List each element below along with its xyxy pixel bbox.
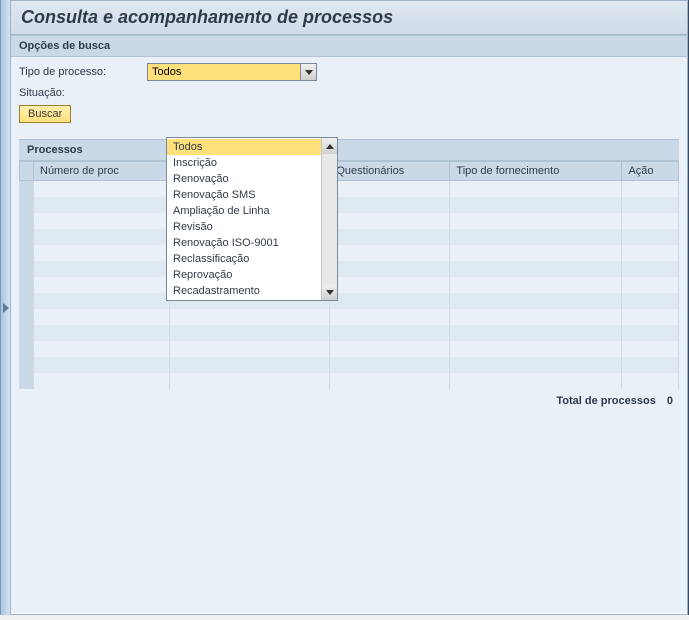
table-row: [20, 197, 679, 213]
dropdown-item-recadastramento[interactable]: Recadastramento: [167, 283, 321, 299]
process-type-label: Tipo de processo:: [19, 66, 147, 78]
chevron-up-icon: [326, 144, 334, 149]
dropdown-item-renovacao-iso9001[interactable]: Renovação ISO-9001: [167, 235, 321, 251]
results-section-header: Processos: [19, 139, 679, 161]
search-form: Tipo de processo: Todos Situação: Buscar: [11, 57, 687, 129]
process-type-dropdown-button[interactable]: [300, 64, 316, 80]
results-table: Número de proc Questionários Tipo de for…: [19, 161, 679, 389]
results-section: Processos Número de proc Questionários T…: [11, 139, 687, 413]
results-table-header-row: Número de proc Questionários Tipo de for…: [20, 162, 679, 181]
left-pane-collapse-handle[interactable]: [0, 0, 10, 615]
total-value: 0: [667, 395, 673, 407]
chevron-down-icon: [305, 70, 313, 75]
table-row: [20, 229, 679, 245]
table-row: [20, 341, 679, 357]
table-row: [20, 373, 679, 389]
dropdown-item-renovacao[interactable]: Renovação: [167, 171, 321, 187]
table-row: [20, 213, 679, 229]
column-header-acao[interactable]: Ação: [622, 162, 679, 181]
dropdown-item-ampliacao-linha[interactable]: Ampliação de Linha: [167, 203, 321, 219]
column-header-tipo-fornecimento[interactable]: Tipo de fornecimento: [450, 162, 622, 181]
search-section-header: Opções de busca: [11, 35, 687, 57]
table-row: [20, 261, 679, 277]
chevron-right-icon: [3, 303, 9, 313]
page-title: Consulta e acompanhamento de processos: [21, 7, 677, 28]
search-button[interactable]: Buscar: [19, 105, 71, 123]
chevron-down-icon: [326, 290, 334, 295]
table-row: [20, 277, 679, 293]
dropdown-scrollbar[interactable]: [321, 138, 337, 300]
dropdown-item-renovacao-sms[interactable]: Renovação SMS: [167, 187, 321, 203]
process-type-selected-value: Todos: [148, 66, 300, 78]
table-row: [20, 309, 679, 325]
dropdown-item-todos[interactable]: Todos: [167, 139, 321, 155]
scroll-up-button[interactable]: [322, 138, 337, 154]
column-header-number[interactable]: Número de proc: [34, 162, 170, 181]
status-label: Situação:: [19, 87, 147, 99]
page-header: Consulta e acompanhamento de processos: [11, 1, 687, 35]
results-table-select-header: [20, 162, 34, 181]
dropdown-item-inscricao[interactable]: Inscrição: [167, 155, 321, 171]
table-row: [20, 325, 679, 341]
main-panel: Consulta e acompanhamento de processos O…: [10, 0, 688, 615]
table-row: [20, 245, 679, 261]
dropdown-item-revisao[interactable]: Revisão: [167, 219, 321, 235]
content-area: Opções de busca Tipo de processo: Todos …: [11, 35, 687, 613]
column-header-questionarios[interactable]: Questionários: [330, 162, 450, 181]
dropdown-item-reprovacao[interactable]: Reprovação: [167, 267, 321, 283]
total-label: Total de processos: [556, 395, 655, 407]
results-footer: Total de processos 0: [11, 389, 687, 413]
process-type-dropdown-panel: Todos Inscrição Renovação Renovação SMS …: [166, 137, 338, 301]
table-row: [20, 181, 679, 197]
process-type-select[interactable]: Todos: [147, 63, 317, 81]
scroll-down-button[interactable]: [322, 284, 337, 300]
dropdown-item-reclassificacao[interactable]: Reclassificação: [167, 251, 321, 267]
table-row: [20, 357, 679, 373]
process-type-dropdown-list: Todos Inscrição Renovação Renovação SMS …: [167, 138, 321, 300]
table-row: [20, 293, 679, 309]
